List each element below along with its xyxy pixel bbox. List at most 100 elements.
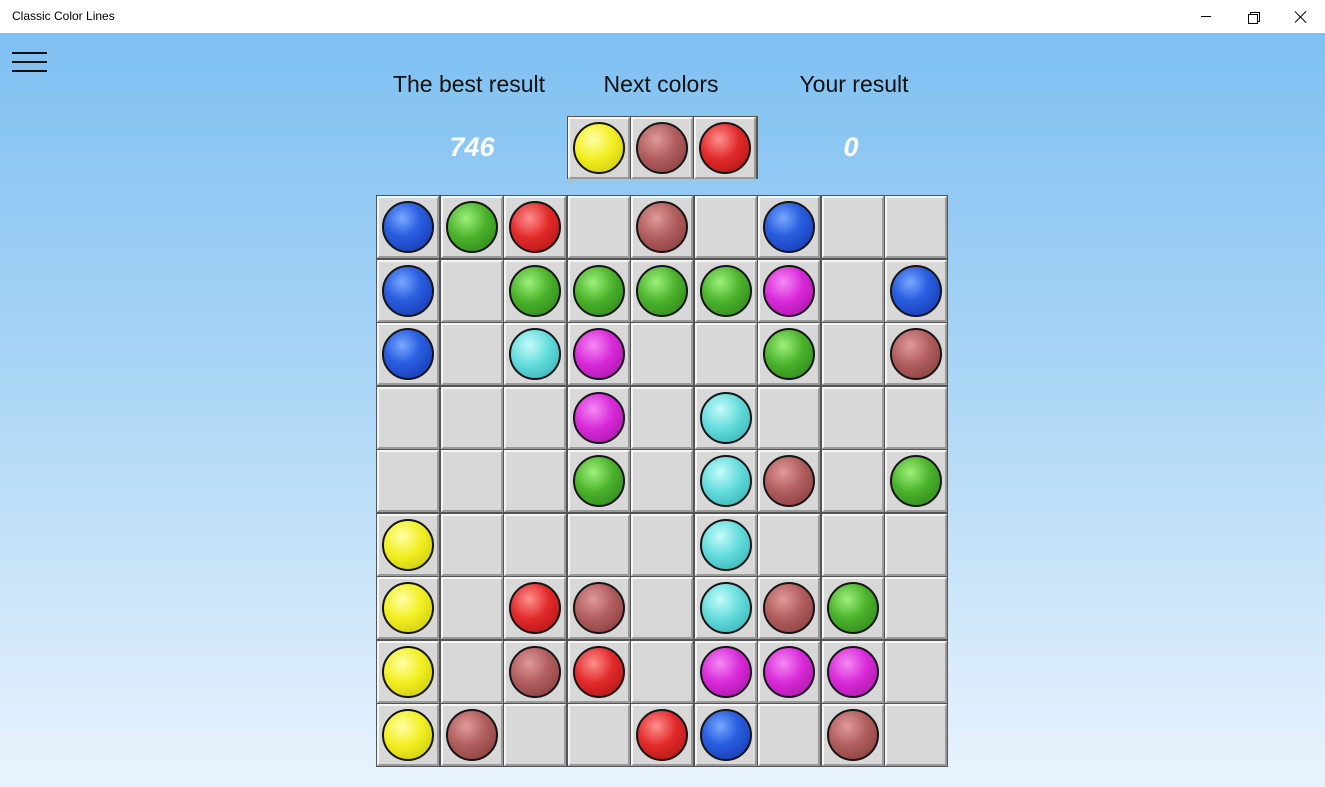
blue-ball[interactable] [763, 201, 815, 253]
blue-ball[interactable] [699, 709, 752, 761]
board-cell[interactable] [631, 640, 693, 703]
magenta-ball[interactable] [699, 645, 752, 698]
yellow-ball[interactable] [382, 645, 434, 698]
board-cell[interactable] [567, 323, 630, 385]
board-cell[interactable] [885, 259, 947, 322]
blue-ball[interactable] [382, 264, 434, 317]
magenta-ball[interactable] [572, 391, 625, 444]
blue-ball[interactable] [382, 328, 434, 380]
brown-ball[interactable] [445, 709, 498, 761]
board-cell[interactable] [821, 577, 884, 639]
board-cell[interactable] [567, 640, 630, 703]
board-cell[interactable] [377, 513, 439, 576]
blue-ball[interactable] [382, 201, 434, 253]
board-cell[interactable] [758, 323, 820, 385]
board-cell[interactable] [567, 513, 630, 576]
board-cell[interactable] [504, 577, 566, 639]
green-ball[interactable] [826, 582, 879, 634]
board-cell[interactable] [758, 196, 820, 258]
board-cell[interactable] [694, 577, 757, 639]
board-cell[interactable] [567, 196, 630, 258]
board-cell[interactable] [377, 196, 439, 258]
yellow-ball[interactable] [382, 709, 434, 761]
green-ball[interactable] [636, 264, 688, 317]
green-ball[interactable] [572, 455, 625, 507]
board-cell[interactable] [885, 704, 947, 766]
board-cell[interactable] [758, 259, 820, 322]
board-cell[interactable] [631, 513, 693, 576]
cyan-ball[interactable] [699, 391, 752, 444]
minimize-button[interactable] [1183, 0, 1229, 33]
board-cell[interactable] [504, 196, 566, 258]
restore-button[interactable] [1230, 0, 1276, 33]
board-cell[interactable] [504, 386, 566, 449]
brown-ball[interactable] [890, 328, 942, 380]
board-cell[interactable] [504, 259, 566, 322]
board-cell[interactable] [821, 450, 884, 512]
board-cell[interactable] [694, 323, 757, 385]
cyan-ball[interactable] [699, 518, 752, 571]
board-cell[interactable] [440, 196, 503, 258]
board-cell[interactable] [885, 386, 947, 449]
close-button[interactable] [1278, 0, 1324, 33]
board-cell[interactable] [758, 640, 820, 703]
board-cell[interactable] [821, 196, 884, 258]
board-cell[interactable] [631, 196, 693, 258]
board-cell[interactable] [504, 640, 566, 703]
red-ball[interactable] [572, 645, 625, 698]
cyan-ball[interactable] [509, 328, 561, 380]
board-cell[interactable] [885, 450, 947, 512]
board-cell[interactable] [885, 196, 947, 258]
board-cell[interactable] [758, 704, 820, 766]
yellow-ball[interactable] [382, 582, 434, 634]
brown-ball[interactable] [763, 582, 815, 634]
cyan-ball[interactable] [699, 582, 752, 634]
brown-ball[interactable] [509, 645, 561, 698]
board-cell[interactable] [440, 450, 503, 512]
board-cell[interactable] [821, 640, 884, 703]
board-cell[interactable] [758, 513, 820, 576]
board-cell[interactable] [440, 259, 503, 322]
board-cell[interactable] [631, 450, 693, 512]
board-cell[interactable] [440, 513, 503, 576]
brown-ball[interactable] [763, 455, 815, 507]
board-cell[interactable] [440, 386, 503, 449]
board-cell[interactable] [567, 259, 630, 322]
board-cell[interactable] [377, 323, 439, 385]
green-ball[interactable] [509, 264, 561, 317]
magenta-ball[interactable] [763, 264, 815, 317]
board-cell[interactable] [631, 704, 693, 766]
magenta-ball[interactable] [826, 645, 879, 698]
board-cell[interactable] [377, 577, 439, 639]
hamburger-menu-icon[interactable] [12, 50, 48, 76]
board-cell[interactable] [821, 323, 884, 385]
blue-ball[interactable] [890, 264, 942, 317]
red-ball[interactable] [509, 582, 561, 634]
board-cell[interactable] [631, 386, 693, 449]
board-cell[interactable] [694, 640, 757, 703]
board-cell[interactable] [631, 323, 693, 385]
green-ball[interactable] [572, 264, 625, 317]
board-cell[interactable] [821, 259, 884, 322]
board-cell[interactable] [377, 640, 439, 703]
board-cell[interactable] [377, 450, 439, 512]
board-cell[interactable] [821, 386, 884, 449]
magenta-ball[interactable] [763, 645, 815, 698]
brown-ball[interactable] [572, 582, 625, 634]
board-cell[interactable] [631, 577, 693, 639]
green-ball[interactable] [445, 201, 498, 253]
board-cell[interactable] [694, 513, 757, 576]
board-cell[interactable] [631, 259, 693, 322]
board-cell[interactable] [885, 577, 947, 639]
brown-ball[interactable] [636, 201, 688, 253]
board-cell[interactable] [504, 450, 566, 512]
board-cell[interactable] [885, 513, 947, 576]
board-cell[interactable] [758, 577, 820, 639]
board-cell[interactable] [694, 196, 757, 258]
board-cell[interactable] [821, 704, 884, 766]
board-cell[interactable] [567, 577, 630, 639]
board-cell[interactable] [694, 450, 757, 512]
board-cell[interactable] [504, 513, 566, 576]
board-cell[interactable] [567, 704, 630, 766]
board-cell[interactable] [440, 640, 503, 703]
